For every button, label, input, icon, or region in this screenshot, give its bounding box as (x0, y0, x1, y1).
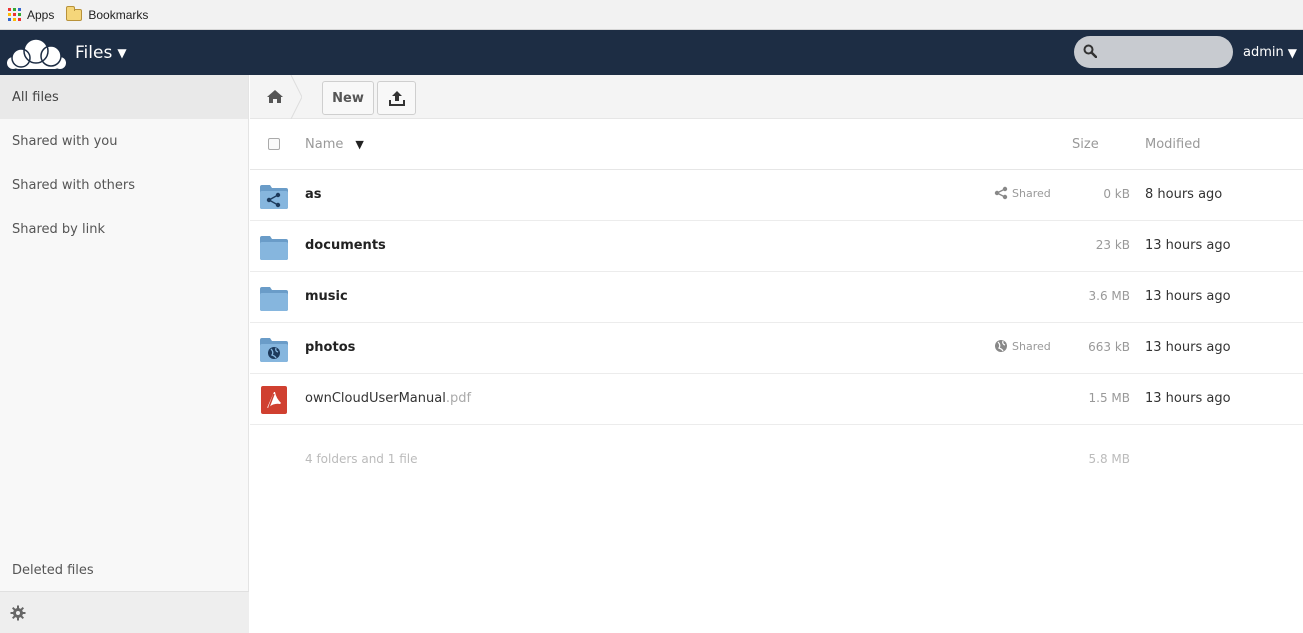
gear-icon (10, 605, 26, 621)
file-modified: 13 hours ago (1145, 340, 1231, 355)
breadcrumb-home[interactable] (250, 75, 302, 119)
chevron-down-icon: ▼ (117, 46, 127, 60)
bookmarks-bar: Apps Bookmarks (0, 0, 1303, 30)
file-size: 663 kB (1088, 340, 1130, 354)
file-name[interactable]: photos (305, 340, 355, 355)
username: admin (1243, 45, 1284, 60)
table-row[interactable]: music 3.6 MB 13 hours ago (250, 272, 1303, 323)
file-modified: 8 hours ago (1145, 187, 1223, 202)
apps-bookmark[interactable]: Apps (8, 8, 54, 22)
app-title: Files (75, 43, 113, 63)
sidebar-item-shared-with-you[interactable]: Shared with you (0, 119, 248, 163)
owncloud-logo[interactable] (5, 34, 67, 72)
shared-folder-icon (260, 185, 288, 209)
file-size: 23 kB (1095, 238, 1130, 252)
app-menu-button[interactable]: Files ▼ (75, 43, 127, 63)
file-name[interactable]: music (305, 289, 348, 304)
controls-bar: New (250, 75, 1303, 119)
column-name[interactable]: Name ▼ (305, 137, 364, 152)
sidebar-item-label: Shared by link (12, 221, 105, 237)
file-size: 0 kB (1103, 187, 1130, 201)
select-all-checkbox[interactable] (268, 138, 280, 150)
apps-label: Apps (27, 7, 55, 22)
public-folder-icon (260, 338, 288, 362)
summary-count: 4 folders and 1 file (305, 452, 418, 466)
file-modified: 13 hours ago (1145, 391, 1231, 406)
file-name[interactable]: documents (305, 238, 386, 253)
globe-icon (995, 340, 1007, 352)
share-label: Shared (1012, 339, 1051, 353)
folder-icon (260, 287, 288, 311)
sidebar-item-label: Shared with others (12, 177, 136, 193)
search-icon (1083, 44, 1097, 58)
summary-size: 5.8 MB (1088, 452, 1130, 466)
search-input[interactable] (1074, 36, 1233, 68)
new-button-label: New (332, 90, 364, 106)
file-basename: ownCloudUserManual (305, 391, 446, 406)
table-row[interactable]: photos Shared 663 kB 13 hours ago (250, 323, 1303, 374)
column-modified[interactable]: Modified (1145, 137, 1200, 152)
file-size: 3.6 MB (1088, 289, 1130, 303)
folder-icon (66, 5, 83, 21)
sidebar-item-shared-by-link[interactable]: Shared by link (0, 207, 248, 251)
settings-button[interactable] (0, 591, 249, 633)
column-size[interactable]: Size (1072, 137, 1099, 152)
file-name[interactable]: ownCloudUserManual.pdf (305, 391, 471, 406)
sidebar-item-label: Shared with you (12, 133, 118, 149)
share-status[interactable]: Shared (994, 186, 1051, 200)
table-row[interactable]: documents 23 kB 13 hours ago (250, 221, 1303, 272)
share-icon (994, 186, 1008, 200)
user-menu[interactable]: admin ▼ (1243, 45, 1297, 60)
sidebar-item-label: Deleted files (12, 562, 94, 578)
file-size: 1.5 MB (1088, 391, 1130, 405)
pdf-file-icon (261, 386, 287, 414)
bookmarks-folder[interactable]: Bookmarks (66, 5, 149, 22)
file-modified: 13 hours ago (1145, 238, 1231, 253)
new-button[interactable]: New (322, 81, 374, 115)
upload-icon (388, 91, 405, 106)
bookmarks-label: Bookmarks (88, 7, 149, 22)
column-name-label: Name (305, 137, 344, 152)
file-summary: 4 folders and 1 file 5.8 MB (250, 440, 1303, 480)
app-header: Files ▼ admin ▼ (0, 30, 1303, 75)
apps-grid-icon (8, 8, 21, 21)
sidebar-item-all-files[interactable]: All files (0, 75, 248, 119)
folder-icon (260, 236, 288, 260)
file-name[interactable]: as (305, 187, 322, 202)
upload-button[interactable] (377, 81, 416, 115)
sort-desc-icon: ▼ (355, 138, 364, 151)
sidebar-item-shared-with-others[interactable]: Shared with others (0, 163, 248, 207)
file-extension: .pdf (445, 391, 472, 406)
sidebar: All files Shared with you Shared with ot… (0, 75, 249, 633)
share-label: Shared (1012, 186, 1051, 200)
sidebar-item-label: All files (12, 89, 59, 105)
sidebar-item-deleted-files[interactable]: Deleted files (0, 548, 249, 592)
share-status[interactable]: Shared (994, 339, 1051, 353)
file-modified: 13 hours ago (1145, 289, 1231, 304)
table-row[interactable]: ownCloudUserManual.pdf 1.5 MB 13 hours a… (250, 374, 1303, 425)
table-row[interactable]: as Shared 0 kB 8 hours ago (250, 170, 1303, 221)
file-table-header: Name ▼ Size Modified (250, 119, 1303, 170)
chevron-down-icon: ▼ (1287, 45, 1297, 60)
